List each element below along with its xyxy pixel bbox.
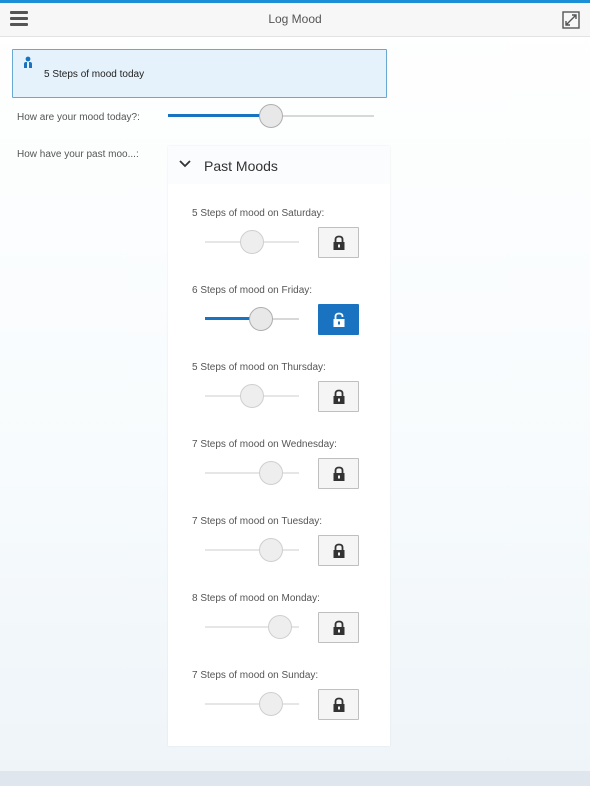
lock-toggle-button[interactable] — [318, 689, 359, 720]
past-mood-slider[interactable] — [205, 538, 299, 562]
past-mood-slider[interactable] — [205, 615, 299, 639]
person-icon — [24, 56, 32, 68]
lock-icon — [333, 697, 345, 712]
slider-handle[interactable] — [258, 538, 283, 562]
lock-icon — [333, 235, 345, 250]
past-mood-item-label: 7 Steps of mood on Wednesday: — [192, 439, 337, 450]
past-mood-slider[interactable] — [205, 461, 299, 485]
past-mood-item-label: 6 Steps of mood on Friday: — [192, 285, 313, 296]
slider-handle[interactable] — [240, 230, 264, 254]
footer-bar — [0, 771, 590, 786]
lock-toggle-button[interactable] — [318, 458, 359, 489]
today-mood-slider[interactable] — [168, 104, 374, 128]
info-text: 5 Steps of mood today — [44, 69, 145, 80]
slider-handle[interactable] — [258, 461, 283, 485]
lock-toggle-button[interactable] — [318, 535, 359, 566]
lock-icon — [333, 389, 345, 404]
panel-title: Past Moods — [204, 158, 278, 174]
past-moods-panel-header[interactable]: Past Moods — [168, 146, 390, 184]
unlock-toggle-button[interactable] — [318, 304, 359, 335]
past-mood-slider[interactable] — [205, 307, 299, 331]
expand-icon[interactable] — [562, 11, 580, 29]
past-mood-label: How have your past moo...: — [17, 149, 139, 160]
past-mood-slider[interactable] — [205, 692, 299, 716]
slider-handle[interactable] — [259, 104, 283, 128]
past-mood-item-label: 8 Steps of mood on Monday: — [192, 593, 320, 604]
slider-handle[interactable] — [258, 692, 283, 716]
past-mood-item-label: 7 Steps of mood on Sunday: — [192, 670, 319, 681]
page-title: Log Mood — [268, 12, 322, 26]
lock-toggle-button[interactable] — [318, 227, 359, 258]
past-mood-item-label: 5 Steps of mood on Thursday: — [192, 362, 326, 373]
lock-icon — [333, 466, 345, 481]
info-message-strip: 5 Steps of mood today — [12, 49, 387, 98]
lock-toggle-button[interactable] — [318, 612, 359, 643]
slider-track — [205, 472, 299, 474]
slider-track — [205, 703, 299, 705]
lock-toggle-button[interactable] — [318, 381, 359, 412]
slider-track — [205, 549, 299, 551]
unlock-icon — [333, 312, 345, 327]
past-mood-slider[interactable] — [205, 230, 299, 254]
slider-handle[interactable] — [268, 615, 293, 639]
chevron-down-icon — [179, 160, 191, 168]
lock-icon — [333, 543, 345, 558]
past-mood-slider[interactable] — [205, 384, 299, 408]
slider-handle[interactable] — [240, 384, 264, 408]
app-header: Log Mood — [0, 3, 590, 37]
past-mood-item-label: 7 Steps of mood on Tuesday: — [192, 516, 323, 527]
slider-handle[interactable] — [249, 307, 274, 331]
lock-icon — [333, 620, 345, 635]
past-mood-item-label: 5 Steps of mood on Saturday: — [192, 208, 325, 219]
slider-fill — [168, 114, 271, 117]
past-moods-panel: Past Moods 5 Steps of mood on Saturday: 6… — [168, 146, 390, 746]
today-mood-label: How are your mood today?: — [17, 112, 140, 123]
